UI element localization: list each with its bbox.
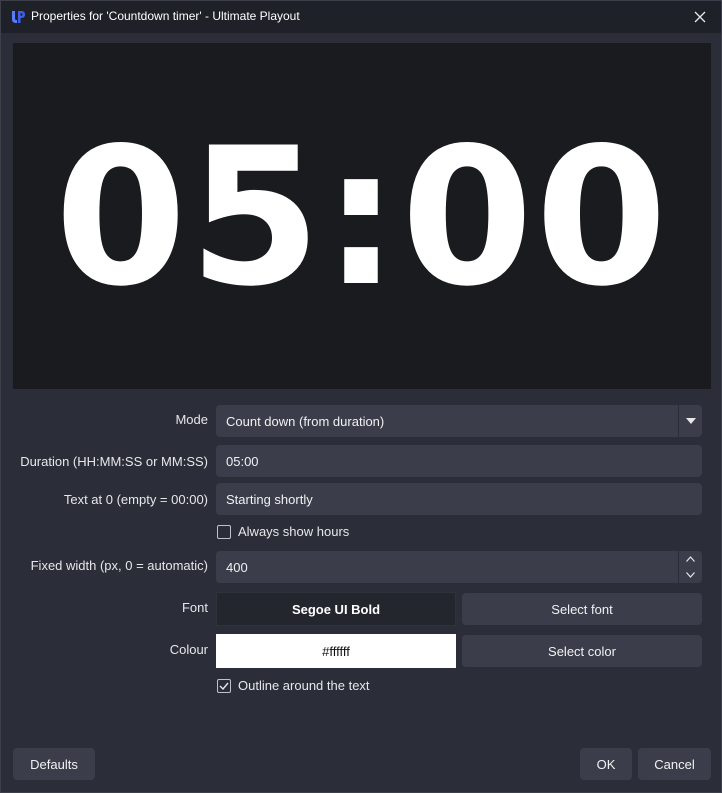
properties-dialog: Properties for 'Countdown timer' - Ultim…: [0, 0, 722, 793]
combo-dropdown-button[interactable]: [678, 405, 702, 437]
mode-value: Count down (from duration): [226, 413, 385, 429]
chevron-down-icon: [686, 572, 695, 578]
defaults-button[interactable]: Defaults: [13, 748, 95, 780]
font-label: Font: [181, 600, 208, 615]
font-preview: Segoe UI Bold: [216, 592, 456, 626]
checkbox-checked-icon[interactable]: [217, 678, 231, 693]
fixed-width-spinbox[interactable]: 400: [216, 551, 702, 583]
cancel-button[interactable]: Cancel: [638, 748, 711, 780]
window-title: Properties for 'Countdown timer' - Ultim…: [31, 9, 300, 23]
spin-buttons: [678, 551, 702, 583]
select-color-button[interactable]: Select color: [462, 635, 702, 667]
spin-up-button[interactable]: [679, 551, 702, 567]
outline-checkbox[interactable]: Outline around the text: [217, 678, 370, 693]
colour-label: Colour: [169, 642, 208, 657]
spin-down-button[interactable]: [679, 567, 702, 583]
text-at-zero-value: Starting shortly: [226, 491, 313, 507]
text-at-zero-label: Text at 0 (empty = 00:00): [63, 492, 208, 507]
timer-preview: 05:00: [13, 43, 711, 389]
outline-label: Outline around the text: [238, 678, 370, 693]
title-bar: Properties for 'Countdown timer' - Ultim…: [1, 1, 721, 33]
chevron-up-icon: [686, 556, 695, 562]
fixed-width-value: 400: [226, 559, 248, 575]
checkbox-unchecked-icon[interactable]: [217, 524, 231, 539]
select-font-button[interactable]: Select font: [462, 593, 702, 625]
mode-label: Mode: [175, 412, 208, 427]
chevron-down-icon: [685, 418, 696, 424]
ok-button[interactable]: OK: [580, 748, 632, 780]
fixed-width-label: Fixed width (px, 0 = automatic): [30, 558, 208, 573]
preview-timer-text: 05:00: [54, 107, 670, 328]
always-show-hours-label: Always show hours: [238, 524, 350, 539]
colour-preview: #ffffff: [216, 634, 456, 668]
always-show-hours-checkbox[interactable]: Always show hours: [217, 524, 349, 539]
text-at-zero-input[interactable]: Starting shortly: [216, 483, 702, 515]
up-logo-icon: [12, 11, 25, 23]
duration-value: 05:00: [226, 453, 259, 469]
close-button[interactable]: [687, 5, 713, 29]
close-icon: [694, 11, 706, 23]
duration-label: Duration (HH:MM:SS or MM:SS): [20, 454, 208, 469]
duration-input[interactable]: 05:00: [216, 445, 702, 477]
mode-combobox[interactable]: Count down (from duration): [216, 405, 702, 437]
